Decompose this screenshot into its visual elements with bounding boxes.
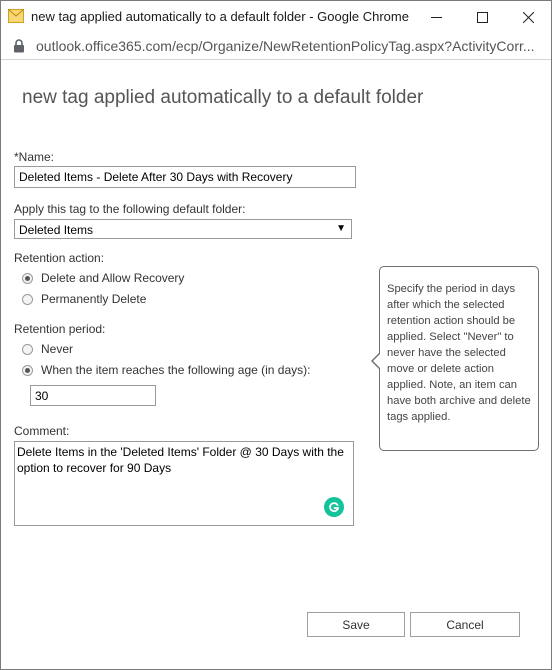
cancel-button[interactable]: Cancel [410, 612, 520, 637]
maximize-icon [476, 11, 488, 23]
radio-never[interactable]: Never [22, 341, 73, 357]
url-text: outlook.office365.com/ecp/Organize/NewRe… [36, 38, 535, 54]
retention-period-label: Retention period: [14, 322, 106, 336]
radio-button-checked[interactable] [22, 364, 33, 376]
radio-label: When the item reaches the following age … [41, 363, 311, 377]
radio-permanently-delete[interactable]: Permanently Delete [22, 291, 146, 307]
browser-window: new tag applied automatically to a defau… [0, 0, 552, 670]
minimize-button[interactable] [413, 1, 459, 33]
radio-label: Permanently Delete [41, 292, 147, 306]
radio-item-age[interactable]: When the item reaches the following age … [22, 362, 310, 378]
radio-label: Never [41, 342, 74, 356]
radio-delete-allow-recovery[interactable]: Delete and Allow Recovery [22, 270, 184, 286]
age-days-input[interactable]: 30 [30, 385, 156, 406]
lock-icon [13, 39, 25, 58]
dropdown-arrow-icon: ▼ [336, 223, 346, 234]
radio-button[interactable] [22, 343, 33, 355]
folder-select-value: Deleted Items [19, 223, 94, 237]
retention-action-label: Retention action: [14, 251, 105, 265]
help-tooltip: Specify the period in days after which t… [371, 266, 539, 451]
name-input[interactable]: Deleted Items - Delete After 30 Days wit… [14, 166, 356, 188]
comment-textarea[interactable]: Delete Items in the 'Deleted Items' Fold… [14, 441, 354, 526]
address-bar[interactable]: outlook.office365.com/ecp/Organize/NewRe… [1, 33, 551, 60]
comment-text: Delete Items in the 'Deleted Items' Fold… [17, 445, 344, 475]
radio-button[interactable] [22, 293, 33, 305]
maximize-button[interactable] [459, 1, 505, 33]
window-title: new tag applied automatically to a defau… [31, 9, 409, 24]
close-icon [522, 11, 534, 23]
comment-label: Comment: [14, 424, 70, 438]
name-label: *Name: [14, 150, 55, 164]
folder-select[interactable]: Deleted Items ▼ [14, 219, 352, 239]
outlook-window-icon [8, 9, 24, 23]
grammarly-icon[interactable] [324, 497, 344, 517]
save-button[interactable]: Save [307, 612, 405, 637]
title-bar: new tag applied automatically to a defau… [1, 1, 551, 33]
minimize-icon [430, 16, 442, 18]
tooltip-text: Specify the period in days after which t… [387, 283, 531, 423]
page-title: new tag applied automatically to a defau… [22, 87, 424, 108]
radio-button-checked[interactable] [22, 272, 33, 284]
dialog-content: new tag applied automatically to a defau… [1, 60, 551, 669]
radio-label: Delete and Allow Recovery [41, 271, 185, 285]
close-button[interactable] [505, 1, 551, 33]
folder-label: Apply this tag to the following default … [14, 202, 246, 216]
